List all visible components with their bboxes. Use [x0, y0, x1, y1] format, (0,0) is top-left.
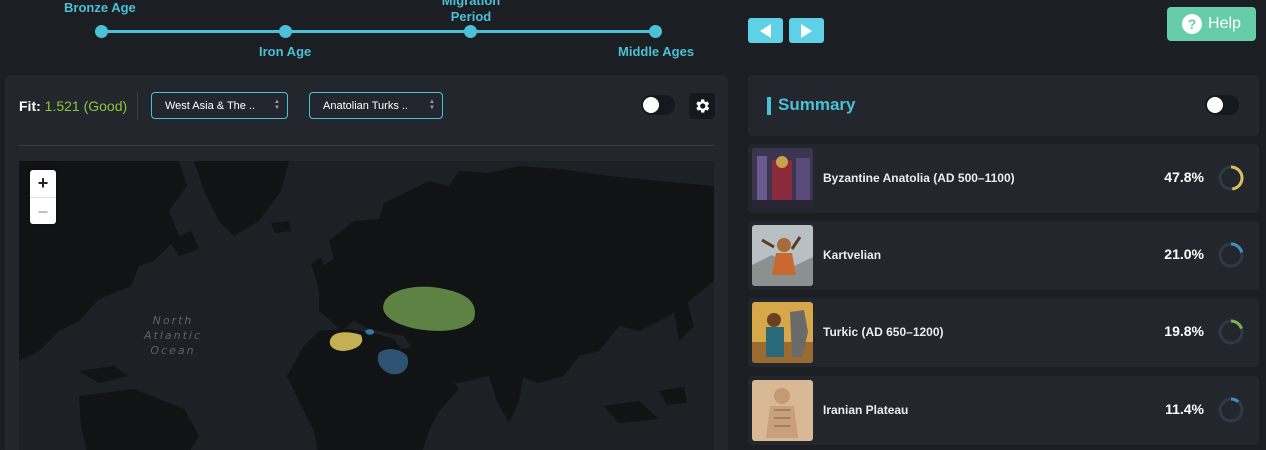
next-button[interactable] — [789, 18, 824, 43]
timeline-dot-iron-age[interactable] — [279, 25, 292, 38]
ocean-label-line: Ocean — [150, 344, 196, 357]
toggle-knob — [643, 97, 659, 113]
timeline-label-migration-period[interactable]: Migration Period — [436, 0, 506, 25]
population-thumbnail — [752, 148, 813, 209]
iceland-landmass — [271, 221, 291, 233]
fit-label: Fit: — [19, 98, 41, 114]
ocean-label-line: North — [152, 314, 194, 327]
timeline-track — [101, 30, 656, 33]
percent-ring — [1218, 319, 1244, 345]
fit-value: 1.521 (Good) — [44, 98, 128, 114]
summary-accent-bar — [767, 97, 771, 115]
region-select-value: West Asia & The .. — [165, 99, 256, 112]
population-thumbnail — [752, 380, 813, 441]
summary-title: Summary — [778, 95, 856, 114]
population-percent: 11.4% — [1165, 401, 1204, 417]
population-percent: 47.8% — [1164, 169, 1204, 185]
population-select-value: Anatolian Turks .. — [323, 99, 408, 112]
select-arrows-icon: ▲ ▼ — [274, 99, 280, 111]
gear-icon — [696, 99, 710, 113]
timeline-label-bronze-age[interactable]: Bronze Age — [64, 0, 136, 16]
population-name: Byzantine Anatolia (AD 500–1100) — [823, 171, 1015, 185]
map-toggle[interactable] — [641, 95, 675, 115]
percent-ring — [1218, 242, 1244, 268]
percent-ring — [1218, 165, 1244, 191]
fit-score: Fit: 1.521 (Good) — [19, 98, 127, 114]
world-map[interactable]: + – North Atlantic Ocean — [19, 161, 714, 450]
zoom-out-button[interactable]: – — [30, 197, 56, 224]
timeline-label-middle-ages[interactable]: Middle Ages — [618, 44, 694, 60]
summary-header: Summary — [748, 75, 1259, 136]
settings-button[interactable] — [689, 93, 715, 119]
map-canvas — [19, 161, 714, 450]
percent-ring — [1218, 397, 1244, 423]
select-arrows-icon: ▲ ▼ — [429, 99, 435, 111]
arrow-right-icon — [801, 23, 812, 38]
zoom-control: + – — [30, 170, 56, 224]
ocean-label-line: Atlantic — [143, 329, 203, 342]
timeline-dot-middle-ages[interactable] — [649, 25, 662, 38]
summary-toggle[interactable] — [1205, 95, 1239, 115]
timeline-label-iron-age[interactable]: Iron Age — [259, 44, 311, 60]
arrow-left-icon — [760, 23, 771, 38]
india-landmass — [489, 373, 524, 423]
summary-row[interactable]: Kartvelian 21.0% — [748, 221, 1259, 290]
population-percent: 19.8% — [1164, 323, 1204, 339]
population-thumbnail — [752, 302, 813, 363]
summary-row[interactable]: Byzantine Anatolia (AD 500–1100) 47.8% — [748, 144, 1259, 213]
region-select[interactable]: West Asia & The .. ▲ ▼ — [151, 92, 288, 119]
ocean-label: North Atlantic Ocean — [133, 313, 213, 358]
timeline: Bronze Age Iron Age Migration Period Mid… — [0, 0, 740, 70]
summary-row[interactable]: Iranian Plateau 11.4% — [748, 376, 1259, 445]
population-select[interactable]: Anatolian Turks .. ▲ ▼ — [309, 92, 443, 119]
timeline-dot-migration-period[interactable] — [464, 25, 477, 38]
previous-button[interactable] — [748, 18, 783, 43]
population-name: Iranian Plateau — [823, 403, 909, 417]
population-percent: 21.0% — [1164, 246, 1204, 262]
panel-divider — [19, 145, 714, 146]
south-america-landmass — [79, 389, 199, 450]
help-button[interactable]: ? Help — [1167, 7, 1256, 41]
population-name: Kartvelian — [823, 248, 882, 262]
population-thumbnail — [752, 225, 813, 286]
zoom-in-button[interactable]: + — [30, 170, 56, 197]
toggle-knob — [1207, 97, 1223, 113]
population-name: Turkic (AD 650–1200) — [823, 325, 944, 339]
map-panel: Fit: 1.521 (Good) West Asia & The .. ▲ ▼ … — [5, 75, 728, 450]
toolbar-divider — [137, 92, 138, 120]
summary-row[interactable]: Turkic (AD 650–1200) 19.8% — [748, 298, 1259, 367]
help-label: Help — [1208, 15, 1241, 32]
timeline-dot-bronze-age[interactable] — [95, 25, 108, 38]
question-circle-icon: ? — [1182, 14, 1203, 34]
